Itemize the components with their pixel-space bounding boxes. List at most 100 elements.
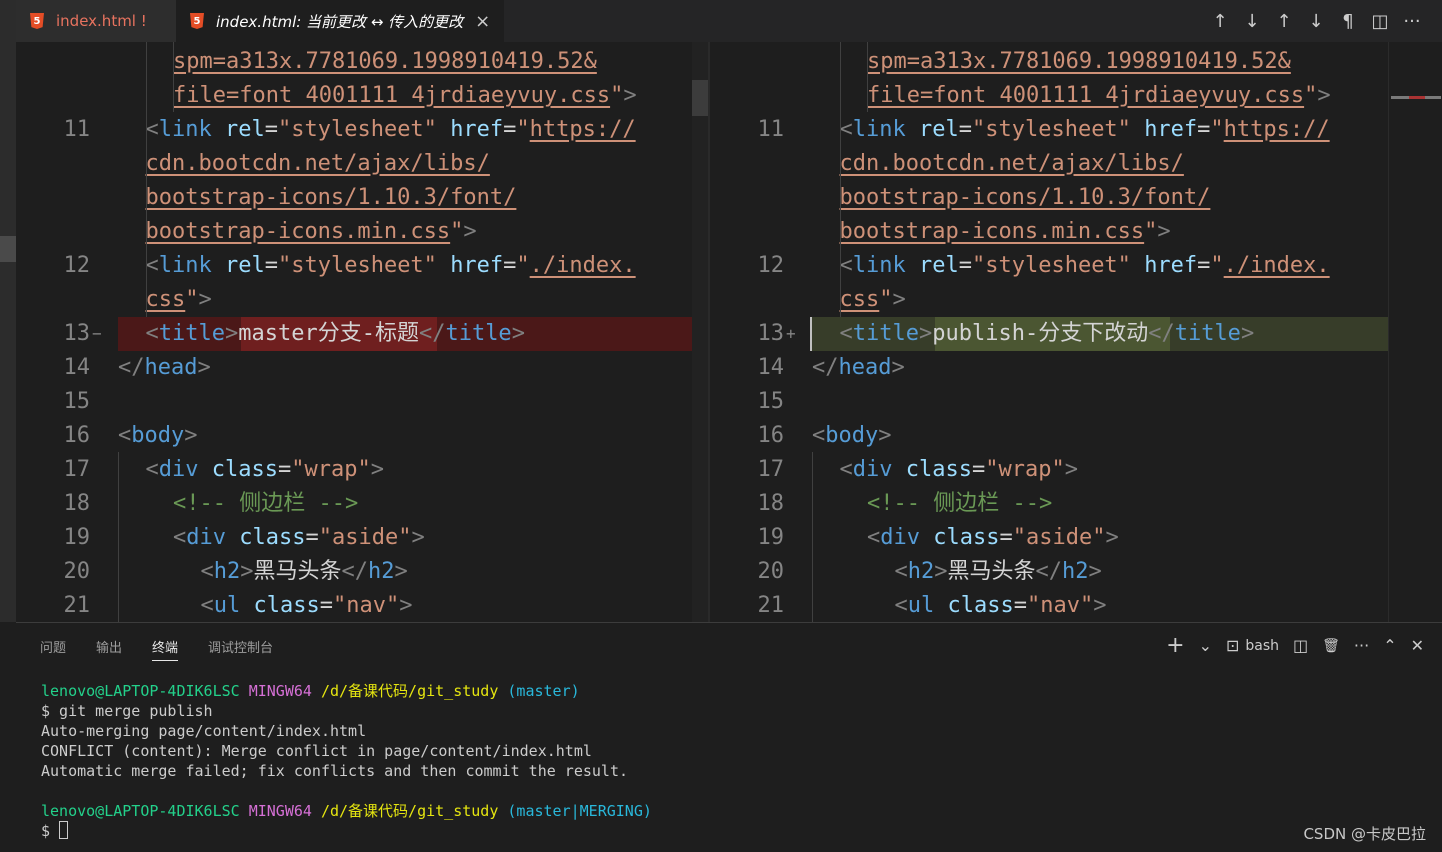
code-line[interactable]: 15 [710, 385, 1388, 419]
editor-pane-current[interactable]: spm=a313x.7781069.1998910419.52& file=fon… [16, 42, 708, 622]
terminal-output-line: Automatic merge failed; fix conflicts an… [41, 762, 628, 780]
code-line[interactable]: 11 <link rel="stylesheet" href="https:// [16, 113, 708, 147]
next-conflict-icon[interactable]: ↓ [1236, 11, 1268, 32]
code-line[interactable]: 11 <link rel="stylesheet" href="https:// [710, 113, 1388, 147]
scrollbar-thumb[interactable] [692, 80, 708, 116]
line-number: 15 [757, 389, 785, 414]
minimap-conflict-marker [1409, 96, 1425, 99]
code-line[interactable]: file=font_4001111_4jrdiaeyvuy.css"> [710, 79, 1388, 113]
line-number: 15 [63, 389, 91, 414]
tab-debug-console[interactable]: 调试控制台 [208, 637, 273, 661]
tab-terminal[interactable]: 终端 [152, 637, 179, 661]
code-line[interactable]: cdn.bootcdn.net/ajax/libs/ [16, 147, 708, 181]
chevron-down-icon[interactable]: ⌄ [1199, 636, 1212, 655]
code-text: <h2>黑马头条</h2> [894, 559, 1102, 584]
terminal-command: $ git merge publish [41, 702, 213, 720]
activity-indicator [0, 236, 16, 262]
trash-icon[interactable]: 🗑 [1322, 638, 1340, 654]
line-number: 19 [63, 525, 91, 550]
code-line[interactable]: 15 [16, 385, 708, 419]
prompt-user: lenovo@LAPTOP-4DIK6LSC [41, 682, 240, 700]
code-line[interactable]: bootstrap-icons/1.10.3/font/ [710, 181, 1388, 215]
code-line[interactable]: spm=a313x.7781069.1998910419.52& [16, 45, 708, 79]
previous-conflict-icon[interactable]: ↑ [1204, 11, 1236, 32]
code-line[interactable]: css"> [16, 283, 708, 317]
prompt-path: /d/备课代码/git_study [320, 802, 499, 820]
code-text: <ul class="nav"> [894, 593, 1107, 618]
tab-index-html[interactable]: 5 index.html ! [16, 0, 176, 42]
line-number: 20 [757, 559, 785, 584]
code-line[interactable]: css"> [710, 283, 1388, 317]
code-text: <title>master分支-标题</title> [145, 321, 525, 346]
indent-guide [118, 452, 119, 622]
code-line[interactable]: 16 <body> [710, 419, 1388, 453]
new-terminal-icon[interactable]: + [1166, 633, 1184, 658]
terminal-cursor[interactable] [59, 821, 69, 839]
code-line[interactable]: cdn.bootcdn.net/ajax/libs/ [710, 147, 1388, 181]
line-number: 20 [63, 559, 91, 584]
code-line[interactable]: 17 <div class="wrap"> [16, 453, 708, 487]
code-line[interactable]: 14 </head> [710, 351, 1388, 385]
line-number: 16 [63, 423, 91, 448]
next-change-icon[interactable]: ↓ [1300, 11, 1332, 32]
line-number: 19 [757, 525, 785, 550]
tab-problems[interactable]: 问题 [40, 637, 66, 661]
code-text: bootstrap-icons.min.css"> [145, 219, 477, 244]
code-line[interactable]: 12 <link rel="stylesheet" href="./index. [710, 249, 1388, 283]
code-line[interactable]: 12 <link rel="stylesheet" href="./index. [16, 249, 708, 283]
line-number: 17 [63, 457, 91, 482]
html5-icon: 5 [30, 13, 44, 29]
code-text: <link rel="stylesheet" href="https:// [839, 117, 1330, 142]
editor-actions: ↑ ↓ ↑ ↓ ¶ ◫ ··· [1204, 0, 1442, 42]
prompt-system: MINGW64 [248, 682, 312, 700]
indent-guide [145, 42, 147, 317]
shell-name[interactable]: bash [1245, 638, 1279, 654]
code-line[interactable]: 21 <ul class="nav"> [16, 589, 708, 622]
code-line[interactable]: 13− <title>master分支-标题</title> [16, 317, 708, 351]
code-line[interactable]: bootstrap-icons.min.css"> [710, 215, 1388, 249]
more-actions-icon[interactable]: ··· [1354, 636, 1369, 655]
code-line[interactable]: 13 + <title>publish-分支下改动</title> [710, 317, 1388, 351]
code-text: bootstrap-icons.min.css"> [839, 219, 1171, 244]
code-line[interactable]: 19 <div class="aside"> [16, 521, 708, 555]
previous-change-icon[interactable]: ↑ [1268, 11, 1300, 32]
split-editor-icon[interactable]: ◫ [1364, 11, 1396, 32]
terminal-icon: ⊡ [1225, 636, 1240, 655]
split-terminal-icon[interactable]: ◫ [1293, 636, 1308, 655]
code-text: bootstrap-icons/1.10.3/font/ [145, 185, 517, 210]
activity-bar [0, 0, 16, 622]
scrollbar[interactable] [692, 42, 708, 622]
code-text: </head> [118, 355, 211, 380]
close-panel-icon[interactable]: ✕ [1411, 636, 1424, 655]
tab-output[interactable]: 输出 [96, 637, 122, 661]
code-line[interactable]: 14 </head> [16, 351, 708, 385]
terminal-output[interactable]: lenovo@LAPTOP-4DIK6LSC MINGW64 /d/备课代码/g… [41, 681, 652, 841]
tab-merge-diff[interactable]: 5 index.html: 当前更改 ↔ 传入的更改 × [176, 0, 504, 42]
maximize-panel-icon[interactable]: ⌃ [1383, 636, 1396, 655]
code-text: <body> [118, 423, 198, 448]
code-text: <!-- 侧边栏 --> [867, 491, 1053, 516]
minimap[interactable] [1388, 42, 1442, 622]
more-actions-icon[interactable]: ··· [1396, 11, 1428, 32]
terminal-output-line: Auto-merging page/content/index.html [41, 722, 367, 740]
bottom-panel: 问题 输出 终端 调试控制台 + ⌄ ⊡ bash ◫ 🗑 ··· ⌃ ✕ le… [16, 622, 1442, 852]
code-line[interactable]: file=font_4001111_4jrdiaeyvuy.css"> [16, 79, 708, 113]
code-line[interactable]: 20 <h2>黑马头条</h2> [16, 555, 708, 589]
code-line[interactable]: spm=a313x.7781069.1998910419.52& [710, 45, 1388, 79]
code-line[interactable]: 16 <body> [16, 419, 708, 453]
code-text: <link rel="stylesheet" href="https:// [145, 117, 636, 142]
watermark: CSDN @卡皮巴拉 [1303, 825, 1426, 843]
line-number: 11 [757, 117, 785, 142]
code-line[interactable]: bootstrap-icons.min.css"> [16, 215, 708, 249]
line-number: 13 [63, 321, 91, 346]
prompt-user: lenovo@LAPTOP-4DIK6LSC [41, 802, 240, 820]
close-icon[interactable]: × [475, 11, 490, 32]
indent-guide [812, 452, 813, 622]
code-text: spm=a313x.7781069.1998910419.52& [173, 49, 597, 74]
whitespace-icon[interactable]: ¶ [1332, 11, 1364, 32]
editor-pane-incoming[interactable]: spm=a313x.7781069.1998910419.52& file=fon… [710, 42, 1388, 622]
code-line[interactable]: 18 <!-- 侧边栏 --> [16, 487, 708, 521]
code-text: file=font_4001111_4jrdiaeyvuy.css"> [173, 83, 637, 108]
code-line[interactable]: bootstrap-icons/1.10.3/font/ [16, 181, 708, 215]
tab-label: index.html: 当前更改 ↔ 传入的更改 [216, 12, 464, 31]
